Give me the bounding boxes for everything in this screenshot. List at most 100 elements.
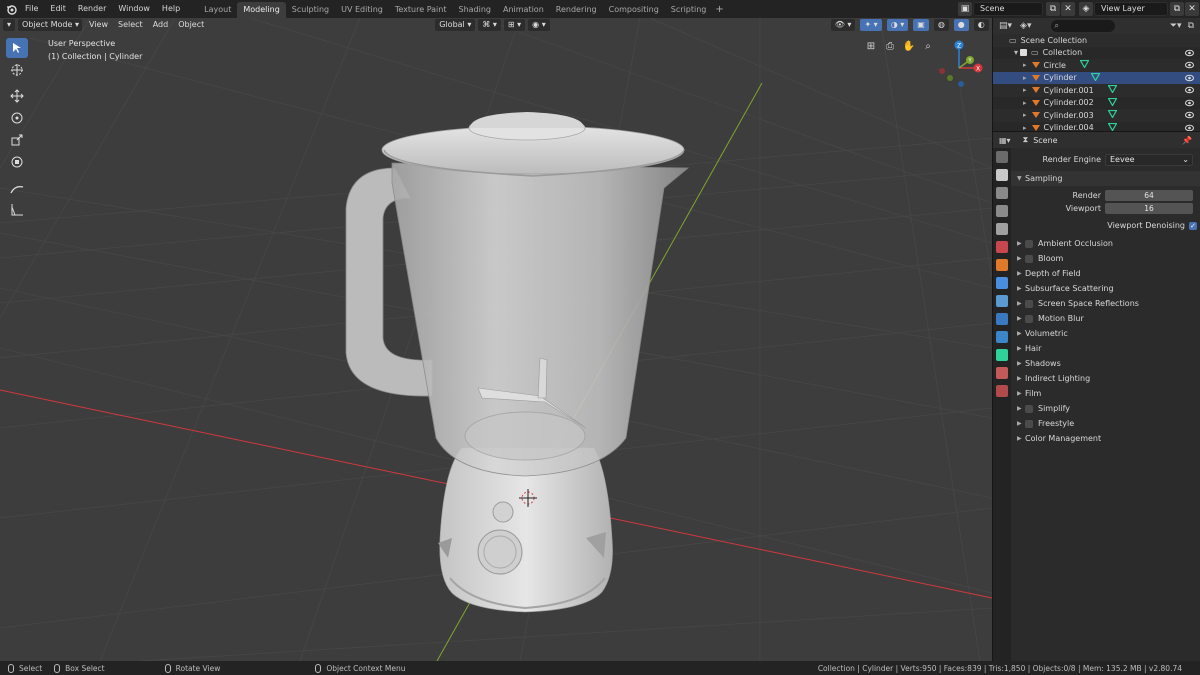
- cursor-tool-icon[interactable]: [6, 60, 28, 80]
- expand-arrow-icon[interactable]: ▸: [1023, 111, 1027, 119]
- outliner-item[interactable]: ▸ Cylinder.001: [993, 84, 1200, 97]
- blender-logo-icon[interactable]: [3, 0, 19, 18]
- view-layer-field[interactable]: View Layer: [1094, 2, 1168, 16]
- pivot-icon[interactable]: ⌘ ▾: [478, 19, 501, 31]
- tab-animation[interactable]: Animation: [497, 2, 550, 18]
- material-tab-icon[interactable]: [996, 367, 1008, 379]
- viewport-menu-select[interactable]: Select: [113, 18, 148, 32]
- viewport-menu-add[interactable]: Add: [148, 18, 174, 32]
- pin-icon[interactable]: 📌: [1182, 136, 1192, 145]
- transform-orientation-dropdown[interactable]: Global ▾: [435, 19, 476, 31]
- modifier-tab-icon[interactable]: [996, 277, 1008, 289]
- outliner-item[interactable]: ▸ Circle: [993, 59, 1200, 72]
- constraints-tab-icon[interactable]: [996, 331, 1008, 343]
- panel-screen-space-reflections[interactable]: ▶ Screen Space Reflections: [1011, 296, 1200, 311]
- panel-volumetric[interactable]: ▶ Volumetric: [1011, 326, 1200, 341]
- select-tool-icon[interactable]: [6, 38, 28, 58]
- tab-compositing[interactable]: Compositing: [603, 2, 665, 18]
- view-layer-browse-icon[interactable]: ◈: [1079, 2, 1093, 16]
- expand-arrow-icon[interactable]: ▸: [1023, 61, 1027, 69]
- annotate-tool-icon[interactable]: [6, 178, 28, 198]
- new-collection-icon[interactable]: ⧉: [1188, 21, 1194, 31]
- shading-wire-icon[interactable]: ◍: [933, 19, 949, 31]
- menu-help[interactable]: Help: [156, 0, 186, 18]
- gizmo-neg-y-icon[interactable]: [947, 75, 953, 81]
- sampling-render-input[interactable]: 64: [1105, 190, 1193, 201]
- editor-type-dropdown[interactable]: ▾: [3, 19, 16, 31]
- panel-motion-blur[interactable]: ▶ Motion Blur: [1011, 311, 1200, 326]
- filter-icon[interactable]: ⏷▾: [1170, 21, 1182, 31]
- gizmo-toggle-icon[interactable]: ✦ ▾: [860, 19, 882, 31]
- pan-view-icon[interactable]: ✋: [901, 39, 917, 55]
- scene-field[interactable]: Scene: [973, 2, 1043, 16]
- outliner-editor-type-icon[interactable]: ▤▾: [999, 21, 1012, 31]
- transform-tool-icon[interactable]: [6, 152, 28, 172]
- panel-enable-checkbox[interactable]: [1025, 314, 1033, 323]
- output-tab-icon[interactable]: [996, 187, 1008, 199]
- camera-view-icon[interactable]: ⎙: [882, 39, 898, 55]
- outliner-collection[interactable]: ▾ ▭ Collection: [993, 46, 1200, 59]
- panel-simplify[interactable]: ▶ Simplify: [1011, 401, 1200, 416]
- outliner-display-mode-icon[interactable]: ◈▾: [1020, 21, 1031, 31]
- gizmo-neg-x-icon[interactable]: [939, 68, 945, 74]
- panel-enable-checkbox[interactable]: [1025, 239, 1033, 248]
- outliner-search-input[interactable]: ⌕: [1051, 20, 1116, 32]
- render-tab-icon[interactable]: [996, 169, 1008, 181]
- tab-uv-editing[interactable]: UV Editing: [335, 2, 389, 18]
- sampling-viewport-input[interactable]: 16: [1105, 203, 1193, 214]
- expand-arrow-icon[interactable]: ▸: [1023, 74, 1027, 82]
- xray-toggle-icon[interactable]: ▣: [913, 19, 929, 31]
- panel-subsurface-scattering[interactable]: ▶ Subsurface Scattering: [1011, 281, 1200, 296]
- sampling-panel-header[interactable]: ▼ Sampling: [1011, 171, 1200, 186]
- navigation-gizmo[interactable]: Z X Y: [932, 36, 992, 96]
- texture-tab-icon[interactable]: [996, 385, 1008, 397]
- collection-expand-icon[interactable]: ▾: [1014, 48, 1018, 57]
- menu-render[interactable]: Render: [72, 0, 112, 18]
- visibility-icon[interactable]: 👁 ▾: [830, 19, 856, 31]
- panel-shadows[interactable]: ▶ Shadows: [1011, 356, 1200, 371]
- proportional-edit-icon[interactable]: ◉ ▾: [528, 19, 550, 31]
- mode-dropdown[interactable]: Object Mode ▾: [18, 19, 83, 31]
- panel-enable-checkbox[interactable]: [1025, 254, 1033, 263]
- measure-tool-icon[interactable]: [6, 200, 28, 220]
- rotate-tool-icon[interactable]: [6, 108, 28, 128]
- panel-enable-checkbox[interactable]: [1025, 299, 1033, 308]
- 3d-viewport[interactable]: ▾ Object Mode ▾ View Select Add Object Glob…: [0, 18, 992, 661]
- world-tab-icon[interactable]: [996, 241, 1008, 253]
- viewport-scene[interactable]: [0, 18, 992, 661]
- visibility-eye-icon[interactable]: [1185, 74, 1194, 82]
- panel-depth-of-field[interactable]: ▶ Depth of Field: [1011, 266, 1200, 281]
- panel-film[interactable]: ▶ Film: [1011, 386, 1200, 401]
- scale-tool-icon[interactable]: [6, 130, 28, 150]
- view-layer-delete-icon[interactable]: ✕: [1185, 2, 1199, 16]
- visibility-eye-icon[interactable]: [1185, 61, 1194, 69]
- expand-arrow-icon[interactable]: ▸: [1023, 99, 1027, 107]
- tab-sculpting[interactable]: Sculpting: [286, 2, 335, 18]
- snap-icon[interactable]: ⊞ ▾: [503, 19, 526, 31]
- object-tab-icon[interactable]: [996, 259, 1008, 271]
- viewport-menu-view[interactable]: View: [84, 18, 113, 32]
- menu-window[interactable]: Window: [112, 0, 156, 18]
- panel-hair[interactable]: ▶ Hair: [1011, 341, 1200, 356]
- panel-enable-checkbox[interactable]: [1025, 419, 1033, 428]
- gizmo-neg-z-icon[interactable]: [958, 81, 964, 87]
- outliner-item[interactable]: ▸ Cylinder.002: [993, 96, 1200, 109]
- tab-scripting[interactable]: Scripting: [665, 2, 713, 18]
- tab-texture-paint[interactable]: Texture Paint: [389, 2, 453, 18]
- physics-tab-icon[interactable]: [996, 313, 1008, 325]
- shading-material-icon[interactable]: ◐: [973, 19, 989, 31]
- visibility-eye-icon[interactable]: [1185, 49, 1194, 57]
- tab-shading[interactable]: Shading: [452, 2, 497, 18]
- menu-edit[interactable]: Edit: [44, 0, 72, 18]
- panel-freestyle[interactable]: ▶ Freestyle: [1011, 416, 1200, 431]
- visibility-eye-icon[interactable]: [1185, 86, 1194, 94]
- add-workspace-button[interactable]: +: [715, 4, 723, 15]
- outliner-item[interactable]: ▸ Cylinder.003: [993, 109, 1200, 122]
- tab-rendering[interactable]: Rendering: [550, 2, 603, 18]
- panel-indirect-lighting[interactable]: ▶ Indirect Lighting: [1011, 371, 1200, 386]
- visibility-eye-icon[interactable]: [1185, 99, 1194, 107]
- properties-editor-type-icon[interactable]: ▦▾: [999, 136, 1011, 145]
- view-layer-tab-icon[interactable]: [996, 205, 1008, 217]
- shading-solid-icon[interactable]: ●: [953, 19, 969, 31]
- overlay-toggle-icon[interactable]: ◑ ▾: [886, 19, 909, 31]
